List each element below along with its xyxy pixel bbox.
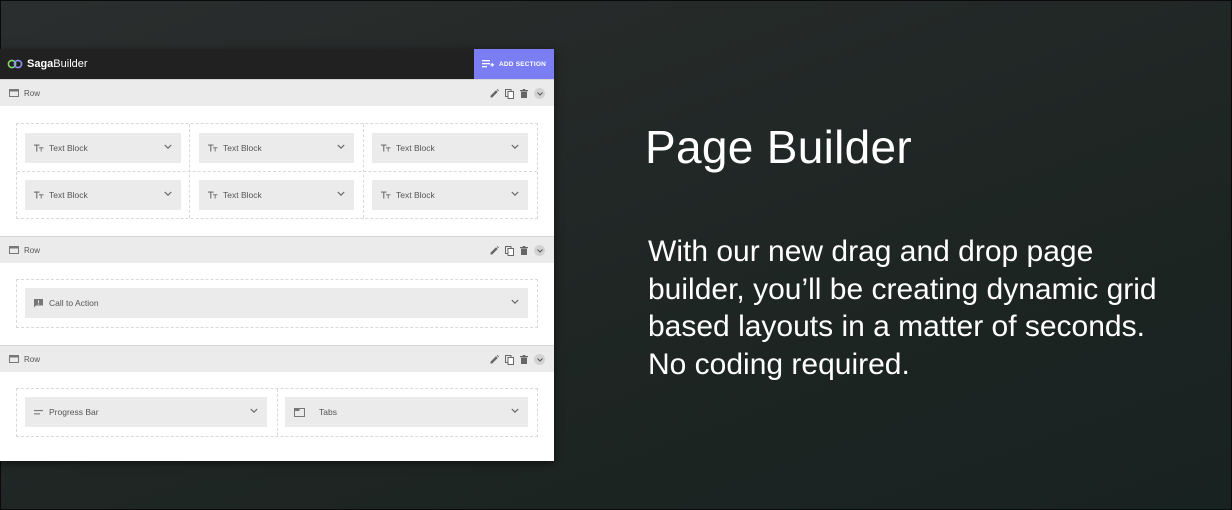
chevron-down-icon[interactable] xyxy=(164,144,172,150)
row-1: Row Text Block Text Block Text Block Tex… xyxy=(0,79,554,236)
text-format-icon xyxy=(381,144,391,152)
element-label: Text Block xyxy=(223,190,262,200)
logo-text: SagaBuilder xyxy=(27,58,88,70)
text-format-icon xyxy=(381,191,391,199)
text-block-element[interactable]: Text Block xyxy=(199,133,354,163)
trash-icon[interactable] xyxy=(519,355,529,365)
row-header[interactable]: Row xyxy=(0,345,554,372)
text-block-element[interactable]: Text Block xyxy=(372,133,528,163)
builder-topbar: SagaBuilder ADD SECTION xyxy=(0,49,554,79)
add-section-button[interactable]: ADD SECTION xyxy=(474,49,554,79)
logo-light: Builder xyxy=(53,58,88,70)
copy-icon[interactable] xyxy=(504,88,514,99)
logo: SagaBuilder xyxy=(7,58,88,70)
element-label: Text Block xyxy=(49,190,88,200)
trash-icon[interactable] xyxy=(519,89,529,99)
element-label: Tabs xyxy=(319,407,337,417)
tab-icon xyxy=(294,407,314,417)
copy-icon[interactable] xyxy=(504,354,514,365)
chevron-down-icon[interactable] xyxy=(534,88,545,99)
pencil-icon[interactable] xyxy=(489,89,499,99)
row-icon xyxy=(9,89,19,97)
row-icon xyxy=(9,355,19,363)
call-to-action-element[interactable]: Call to Action xyxy=(25,288,528,318)
text-block-element[interactable]: Text Block xyxy=(25,133,181,163)
row-2: Row Call to Action xyxy=(0,236,554,345)
playlist-add-icon xyxy=(482,59,494,67)
text-format-icon xyxy=(208,144,218,152)
column-divider xyxy=(277,389,278,436)
logo-icon xyxy=(7,59,23,69)
feedback-icon xyxy=(34,298,44,307)
tabs-element[interactable]: Tabs xyxy=(285,397,528,427)
row-tools xyxy=(489,346,545,373)
row-label: Row xyxy=(24,354,41,364)
text-block-element[interactable]: Text Block xyxy=(199,180,354,210)
row-label: Row xyxy=(24,88,41,98)
chevron-down-icon[interactable] xyxy=(511,408,519,414)
promo-description: With our new drag and drop page builder,… xyxy=(648,235,1157,381)
row-body: Text Block Text Block Text Block Text Bl… xyxy=(0,106,554,236)
row-icon xyxy=(9,246,19,254)
text-block-element[interactable]: Text Block xyxy=(25,180,181,210)
logo-bold: Saga xyxy=(27,58,54,70)
element-label: Text Block xyxy=(49,143,88,153)
row-label: Row xyxy=(24,245,41,255)
chevron-down-icon[interactable] xyxy=(511,191,519,197)
row-header[interactable]: Row xyxy=(0,79,554,106)
text-format-icon xyxy=(208,191,218,199)
chevron-down-icon[interactable] xyxy=(337,144,345,150)
chevron-down-icon[interactable] xyxy=(164,191,172,197)
chevron-down-icon[interactable] xyxy=(511,144,519,150)
trash-icon[interactable] xyxy=(519,246,529,256)
row-3: Row Progress Bar Tabs xyxy=(0,345,554,456)
pencil-icon[interactable] xyxy=(489,246,499,256)
row-tools xyxy=(489,80,545,107)
row-body: Call to Action xyxy=(0,263,554,345)
chevron-down-icon[interactable] xyxy=(250,408,258,414)
text-block-element[interactable]: Text Block xyxy=(372,180,528,210)
chevron-down-icon[interactable] xyxy=(511,299,519,305)
text-format-icon xyxy=(34,144,44,152)
chevron-down-icon[interactable] xyxy=(534,245,545,256)
element-label: Text Block xyxy=(396,190,435,200)
copy-icon[interactable] xyxy=(504,245,514,256)
short-text-icon xyxy=(34,408,44,416)
progress-bar-element[interactable]: Progress Bar xyxy=(25,397,267,427)
chevron-down-icon[interactable] xyxy=(534,354,545,365)
row-header[interactable]: Row xyxy=(0,236,554,263)
text-format-icon xyxy=(34,191,44,199)
element-label: Text Block xyxy=(223,143,262,153)
row-divider xyxy=(17,171,537,172)
chevron-down-icon[interactable] xyxy=(337,191,345,197)
element-label: Call to Action xyxy=(49,298,99,308)
row-tools xyxy=(489,237,545,264)
element-label: Text Block xyxy=(396,143,435,153)
pencil-icon[interactable] xyxy=(489,355,499,365)
row-body: Progress Bar Tabs xyxy=(0,372,554,456)
promo-headline: Page Builder xyxy=(645,121,912,173)
element-label: Progress Bar xyxy=(49,407,99,417)
add-section-label: ADD SECTION xyxy=(499,60,546,68)
builder-window: SagaBuilder ADD SECTION Row Text Block T… xyxy=(0,49,554,461)
